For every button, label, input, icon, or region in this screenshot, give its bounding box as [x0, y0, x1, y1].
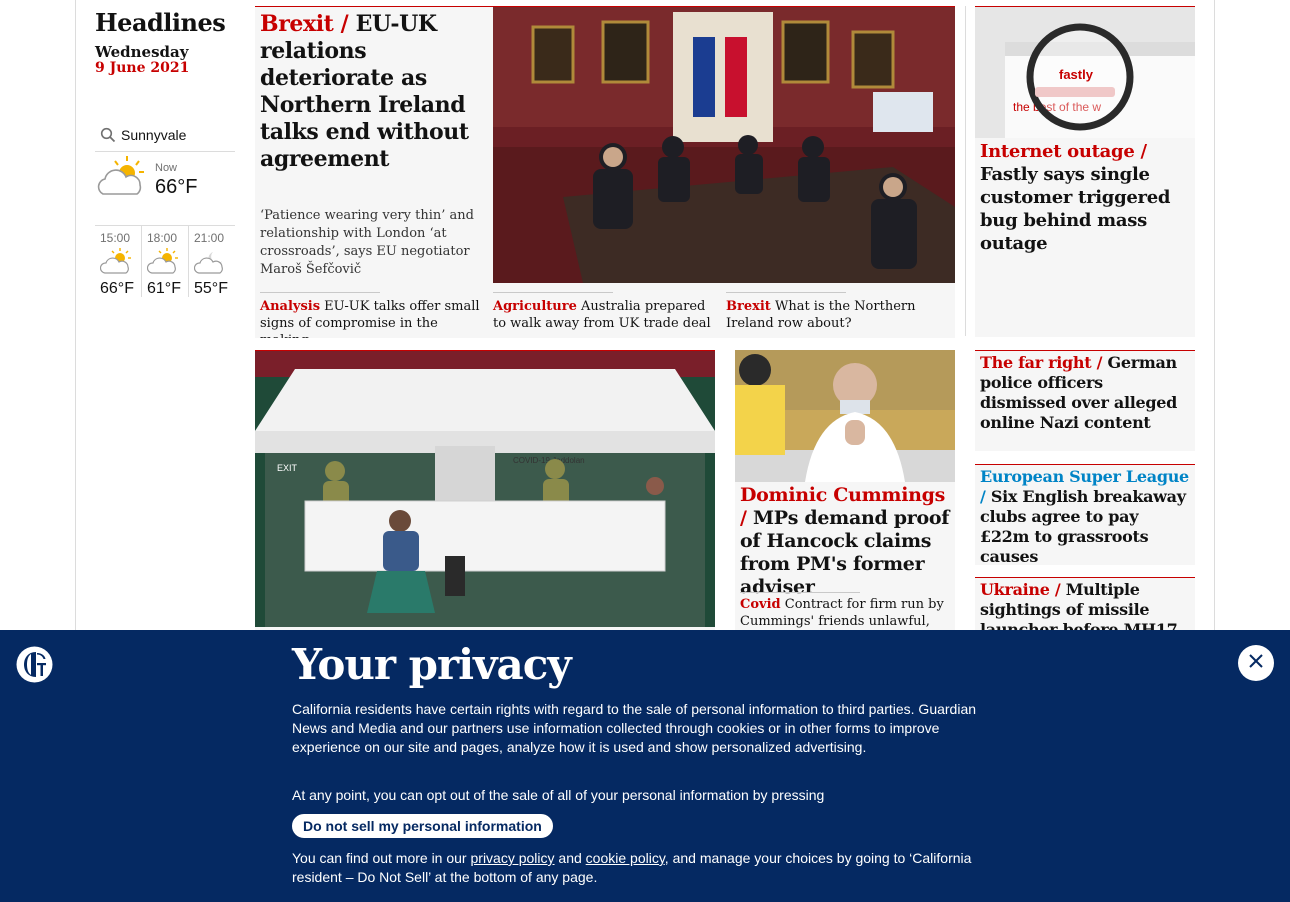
fastly-kicker: Internet outage / — [980, 141, 1147, 162]
vaccination-story-image[interactable]: EXIT COVID-19 Jaddolan — [255, 351, 715, 627]
weather-now-label: Now — [155, 162, 178, 174]
sublink-kicker: Analysis — [260, 299, 321, 314]
forecast-item: 15:00 66°F — [95, 226, 141, 297]
side-story-card[interactable]: Ukraine / Multiple sightings of missile … — [975, 577, 1195, 637]
lead-story-card[interactable]: Brexit / EU-UK relations deteriorate as … — [255, 6, 955, 338]
privacy-paragraph-3: You can find out more in our privacy pol… — [292, 849, 992, 887]
close-privacy-button[interactable] — [1238, 645, 1274, 681]
forecast-temp: 55°F — [194, 280, 228, 297]
sublink-brexit[interactable]: Brexit What is the Northern Ireland row … — [721, 292, 941, 337]
privacy-p3-and: and — [554, 850, 586, 866]
forecast-temp: 66°F — [100, 280, 134, 297]
do-not-sell-button[interactable]: Do not sell my personal information — [292, 814, 553, 838]
lead-sublinks: Analysis EU-UK talks offer small signs o… — [255, 292, 955, 338]
side-story-kicker: The far right / — [980, 353, 1103, 372]
cummings-story-card[interactable]: Dominic Cummings / MPs demand proof of H… — [735, 350, 955, 640]
cummings-sub-kicker: Covid — [740, 597, 781, 612]
cummings-sublink[interactable]: Covid Contract for firm run by Cummings'… — [740, 592, 952, 630]
forecast-temp: 61°F — [147, 280, 181, 297]
date-full: 9 June 2021 — [95, 60, 190, 76]
side-story-kicker: Ukraine / — [980, 580, 1061, 599]
cummings-headline-text: MPs demand proof of Hancock claims from … — [740, 507, 950, 598]
sublink-kicker: Brexit — [726, 299, 771, 314]
weather-now-temp: 66°F — [155, 176, 198, 198]
sublink-analysis[interactable]: Analysis EU-UK talks offer small signs o… — [255, 292, 488, 338]
partly-cloudy-icon — [95, 154, 149, 202]
privacy-policy-link[interactable]: privacy policy — [471, 850, 555, 866]
privacy-p3-before: You can find out more in our — [292, 850, 471, 866]
column-divider — [965, 6, 966, 336]
fastly-image-text: fastly — [1059, 67, 1094, 82]
partly-cloudy-icon — [146, 247, 188, 277]
side-story-card[interactable]: The far right / German police officers d… — [975, 350, 1195, 451]
forecast-item: 21:00 55°F — [188, 226, 235, 297]
sublink-agriculture[interactable]: Agriculture Australia prepared to walk a… — [488, 292, 721, 337]
forecast-item: 18:00 61°F — [141, 226, 188, 297]
fastly-story-image[interactable]: the best of the w fastly — [975, 7, 1195, 138]
weather-location-search[interactable]: Sunnyvale — [95, 118, 235, 152]
side-story-text: Six English breakaway clubs agree to pay… — [980, 487, 1186, 565]
weather-location[interactable]: Sunnyvale — [121, 127, 186, 143]
side-story-headline[interactable]: European Super League / Six English brea… — [980, 467, 1190, 565]
lead-kicker: Brexit / — [260, 11, 349, 37]
privacy-paragraph-1: California residents have certain rights… — [292, 701, 977, 755]
forecast-time: 18:00 — [147, 231, 178, 245]
weather-now: Now 66°F — [95, 152, 235, 212]
lead-headline[interactable]: Brexit / EU-UK relations deteriorate as … — [260, 11, 485, 173]
side-story-headline[interactable]: Ukraine / Multiple sightings of missile … — [980, 580, 1190, 637]
vaccination-story-card[interactable]: EXIT COVID-19 Jaddolan — [255, 350, 715, 640]
search-icon — [95, 127, 121, 143]
side-story-card[interactable]: European Super League / Six English brea… — [975, 464, 1195, 565]
forecast-time: 15:00 — [100, 231, 131, 245]
guardian-logo-icon — [16, 646, 53, 683]
partly-cloudy-icon — [99, 247, 141, 277]
cookie-policy-link[interactable]: cookie policy — [586, 850, 665, 866]
sublink-kicker: Agriculture — [493, 299, 577, 314]
fastly-headline-text: Fastly says single customer triggered bu… — [980, 164, 1171, 254]
close-icon — [1248, 653, 1264, 673]
section-title[interactable]: Headlines — [95, 8, 226, 37]
privacy-title: Your privacy — [292, 640, 572, 689]
cummings-headline[interactable]: Dominic Cummings / MPs demand proof of H… — [740, 484, 952, 599]
privacy-paragraph-2: At any point, you can opt out of the sal… — [292, 787, 825, 803]
privacy-banner: Your privacy California residents have c… — [0, 630, 1290, 902]
date-day: Wednesday — [95, 43, 189, 61]
weather-forecast: 15:00 66°F 18:00 61°F 21:00 55°F — [95, 225, 235, 297]
fastly-headline[interactable]: Internet outage / Fastly says single cus… — [980, 140, 1190, 255]
cloudy-night-icon — [193, 247, 235, 277]
side-story-headline[interactable]: The far right / German police officers d… — [980, 353, 1190, 433]
forecast-time: 21:00 — [194, 231, 225, 245]
cummings-story-image[interactable] — [735, 350, 955, 482]
lead-standfirst: ‘Patience wearing very thin’ and relatio… — [260, 208, 474, 277]
exit-sign-text: EXIT — [277, 463, 298, 473]
lead-story-image[interactable] — [493, 7, 955, 283]
fastly-story-card[interactable]: the best of the w fastly Internet outage… — [975, 6, 1195, 337]
